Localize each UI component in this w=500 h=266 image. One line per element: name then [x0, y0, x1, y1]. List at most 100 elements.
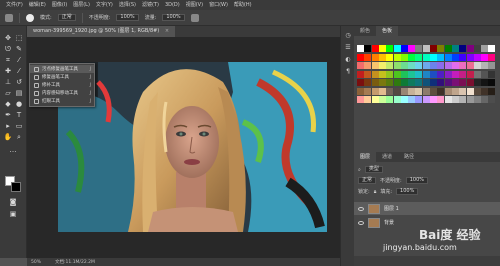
color-swatch[interactable] — [415, 45, 423, 52]
color-swatch[interactable] — [386, 79, 394, 86]
color-swatch[interactable] — [415, 53, 423, 61]
color-swatch[interactable] — [371, 62, 379, 69]
color-swatch[interactable] — [393, 53, 401, 61]
color-swatch[interactable] — [357, 70, 364, 78]
color-swatch[interactable] — [437, 62, 445, 69]
color-swatch[interactable] — [408, 70, 416, 78]
color-swatch[interactable] — [364, 79, 372, 86]
color-swatch[interactable] — [459, 70, 467, 78]
color-swatch[interactable] — [408, 62, 416, 69]
flow-field[interactable]: 100% — [162, 14, 185, 21]
zoom-readout[interactable]: 50% — [31, 260, 41, 265]
healing-brush-tool-icon[interactable]: ✚ — [3, 67, 13, 76]
color-swatch[interactable] — [408, 87, 416, 95]
color-swatch[interactable] — [430, 62, 437, 69]
mode-select[interactable]: 正常 — [57, 14, 76, 21]
menu-item-type[interactable]: 文字(Y) — [96, 0, 113, 10]
document-tab[interactable]: woman-399569_1920.jpg @ 50% (图层 1, RGB/8… — [27, 26, 176, 37]
flyout-item-spot-healing[interactable]: 污点修复画笔工具 J — [30, 65, 94, 73]
color-swatch[interactable] — [400, 45, 408, 52]
color-swatch[interactable] — [459, 96, 467, 103]
tool-preset-icon[interactable] — [5, 13, 13, 22]
history-icon[interactable]: ◷ — [344, 32, 352, 40]
fill-field[interactable]: 100% — [396, 188, 419, 195]
color-swatch[interactable] — [364, 70, 372, 78]
search-icon[interactable]: ⌕ — [358, 167, 361, 173]
color-swatch[interactable] — [444, 96, 452, 103]
menu-item-help[interactable]: 帮助(H) — [234, 0, 252, 10]
path-select-tool-icon[interactable]: ▸ — [3, 122, 13, 131]
color-swatch[interactable] — [481, 70, 489, 78]
color-swatch[interactable] — [437, 87, 445, 95]
color-swatch[interactable] — [378, 70, 386, 78]
crop-tool-icon[interactable]: ⌗ — [3, 56, 13, 65]
color-swatch[interactable] — [400, 87, 408, 95]
color-swatch[interactable] — [364, 62, 372, 69]
color-swatch[interactable] — [386, 87, 394, 95]
color-swatch[interactable] — [459, 45, 467, 52]
color-swatch[interactable] — [415, 79, 423, 86]
color-swatch[interactable] — [437, 53, 445, 61]
color-swatch[interactable] — [422, 53, 430, 61]
color-swatch[interactable] — [393, 96, 401, 103]
menu-item-edit[interactable]: 编辑(E) — [29, 0, 46, 10]
color-swatch[interactable] — [488, 62, 496, 69]
color-swatch[interactable] — [437, 45, 445, 52]
eyedropper-tool-icon[interactable]: ⁄ — [14, 56, 24, 65]
color-swatch[interactable] — [466, 70, 474, 78]
dodge-tool-icon[interactable]: ● — [14, 100, 24, 109]
color-swatch[interactable] — [430, 87, 437, 95]
more-tools-icon[interactable]: … — [8, 146, 18, 155]
color-swatch[interactable] — [371, 79, 379, 86]
menu-item-window[interactable]: 窗口(W) — [209, 0, 228, 10]
background-color-swatch[interactable] — [11, 182, 21, 192]
color-swatch[interactable] — [386, 53, 394, 61]
color-swatch[interactable] — [481, 96, 489, 103]
tab-layers[interactable]: 图层 — [354, 152, 377, 162]
lasso-tool-icon[interactable]: ᘎ — [3, 45, 13, 54]
color-swatch[interactable] — [488, 70, 496, 78]
layer-row[interactable]: 图层 1 — [354, 202, 500, 215]
color-swatch[interactable] — [430, 53, 437, 61]
color-swatch[interactable] — [430, 70, 437, 78]
brush-preset-icon[interactable] — [26, 13, 34, 22]
color-swatch[interactable] — [430, 96, 437, 103]
color-swatch[interactable] — [466, 79, 474, 86]
color-swatch[interactable] — [364, 87, 372, 95]
color-swatch[interactable] — [400, 53, 408, 61]
color-swatch[interactable] — [481, 87, 489, 95]
color-swatch[interactable] — [386, 45, 394, 52]
flyout-item-content-aware-move[interactable]: 内容感知移动工具 J — [30, 89, 94, 97]
color-swatch[interactable] — [422, 79, 430, 86]
history-brush-tool-icon[interactable]: ↺ — [14, 78, 24, 87]
color-swatch[interactable] — [378, 96, 386, 103]
color-swatch[interactable] — [400, 70, 408, 78]
color-swatch[interactable] — [378, 62, 386, 69]
color-swatch[interactable] — [481, 62, 489, 69]
color-swatch[interactable] — [444, 62, 452, 69]
clone-stamp-tool-icon[interactable]: ⊥ — [3, 78, 13, 87]
color-swatch[interactable] — [378, 53, 386, 61]
zoom-tool-icon[interactable]: ⌕ — [14, 133, 24, 142]
color-swatch[interactable] — [488, 87, 496, 95]
color-swatch[interactable] — [459, 62, 467, 69]
color-swatch[interactable] — [371, 96, 379, 103]
move-tool-icon[interactable]: ✥ — [3, 34, 13, 43]
color-swatch[interactable] — [451, 62, 459, 69]
color-swatch[interactable] — [386, 70, 394, 78]
properties-icon[interactable]: ☰ — [344, 44, 352, 52]
color-swatch[interactable] — [364, 53, 372, 61]
color-swatch[interactable] — [451, 45, 459, 52]
color-swatch[interactable] — [422, 87, 430, 95]
color-swatch[interactable] — [422, 45, 430, 52]
color-swatch[interactable] — [481, 45, 489, 52]
color-swatch[interactable] — [357, 79, 364, 86]
close-icon[interactable]: × — [165, 28, 169, 34]
color-swatch[interactable] — [444, 53, 452, 61]
color-swatch[interactable] — [400, 62, 408, 69]
hand-tool-icon[interactable]: ✋ — [3, 133, 13, 142]
color-swatch[interactable] — [378, 87, 386, 95]
color-swatch[interactable] — [444, 79, 452, 86]
menu-item-view[interactable]: 视图(V) — [186, 0, 203, 10]
tab-swatches[interactable]: 色板 — [376, 26, 399, 36]
